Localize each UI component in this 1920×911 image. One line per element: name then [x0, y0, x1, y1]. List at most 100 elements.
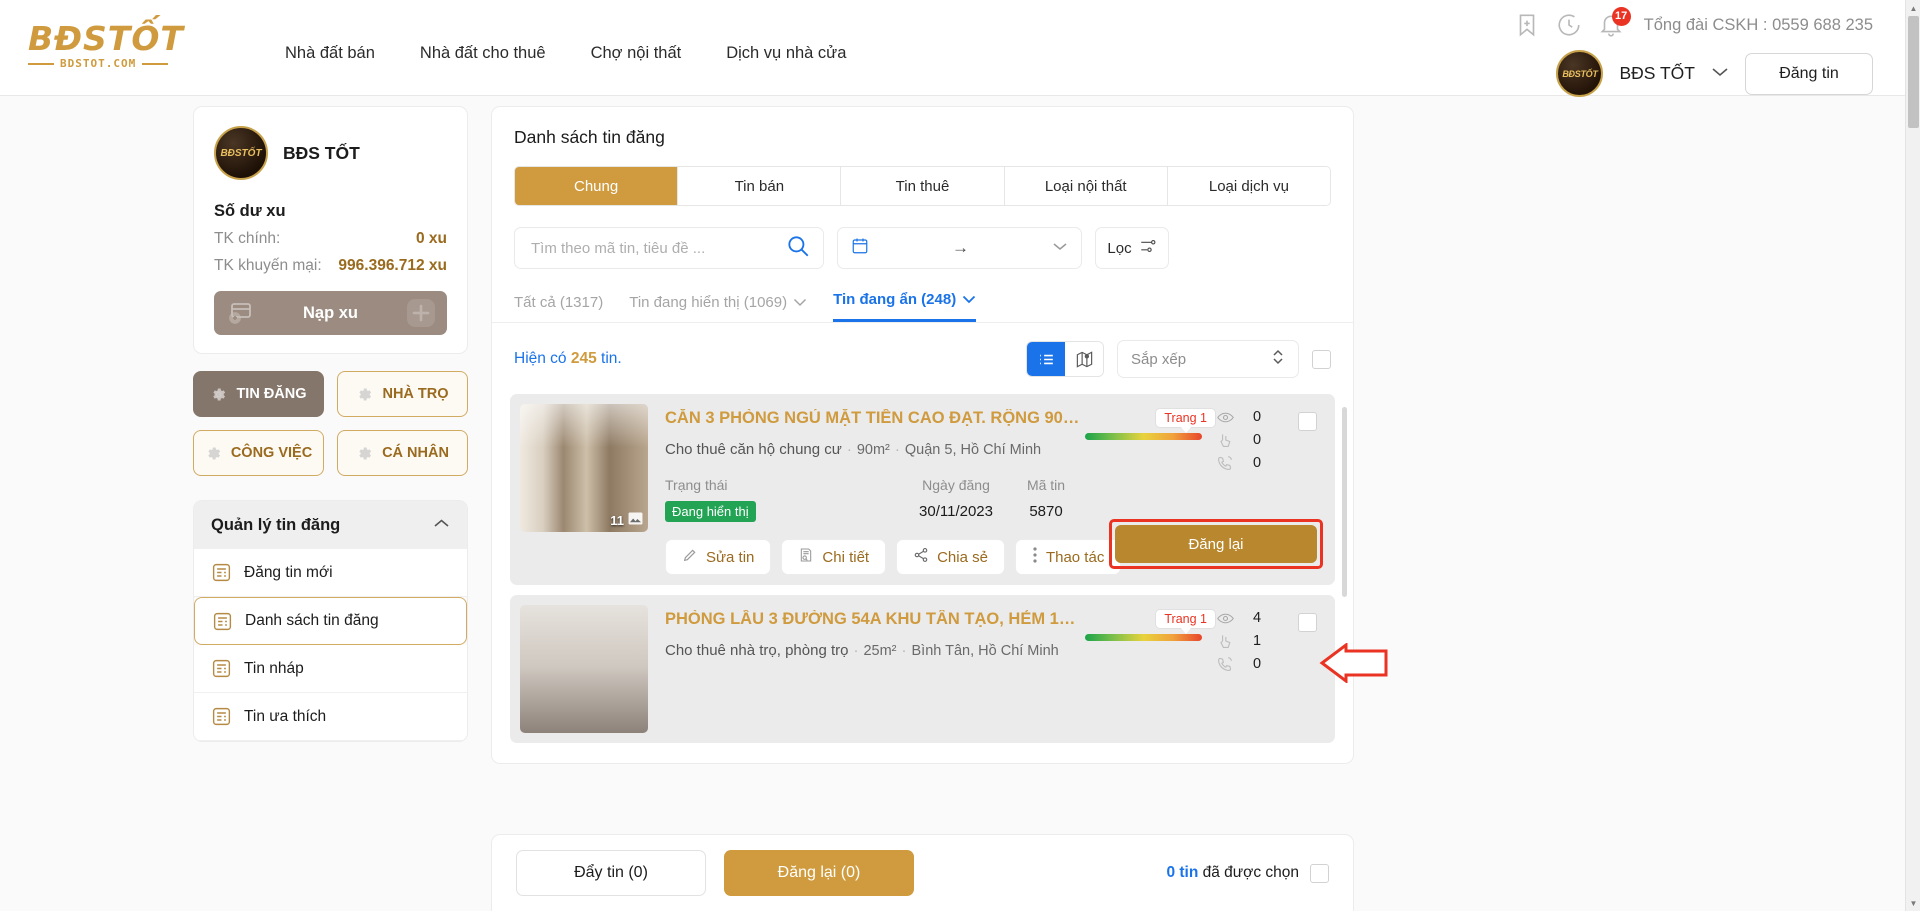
- listing-meta: Cho thuê căn hộ chung cư · 90m² · Quận 5, Hồ…: [665, 441, 1082, 458]
- photo-count-value: 11: [610, 512, 624, 528]
- view-mode-list-button[interactable]: [1027, 342, 1065, 376]
- window-scrollbar[interactable]: ▲ ▼: [1905, 0, 1920, 911]
- select-all-checkbox[interactable]: [1312, 349, 1331, 369]
- balance-main-value: 0 xu: [415, 230, 447, 247]
- stat-calls: 0: [1217, 454, 1261, 472]
- balance-title: Số dư xu: [214, 202, 286, 220]
- header-utility-bar: 17 Tổng đài CSKH : 0559 688 235: [1514, 7, 1873, 38]
- site-logo[interactable]: BĐSTỐT BDSTOT.COM: [28, 22, 193, 74]
- listing-select-checkbox[interactable]: [1298, 412, 1317, 431]
- tab-tin-ban[interactable]: Tin bán: [678, 167, 842, 205]
- sidebar-item-tin-ua-thich[interactable]: Tin ưa thích: [194, 693, 467, 741]
- search-icon[interactable]: [785, 233, 811, 264]
- chevron-down-icon[interactable]: [1711, 65, 1729, 82]
- quick-nav-ca-nhan[interactable]: CÁ NHÂN: [337, 430, 468, 476]
- listing-title[interactable]: PHÒNG LẦU 3 ĐƯỜNG 54A KHU TÂN TẠO, HẺM 1…: [665, 610, 1082, 629]
- sidebar-avatar[interactable]: BĐSTỐT: [214, 126, 268, 180]
- sliders-icon: [1139, 237, 1157, 259]
- nav-item-nha-dat-ban[interactable]: Nhà đất bán: [285, 44, 375, 63]
- chevron-down-icon[interactable]: [962, 291, 976, 308]
- balance-promo-label: TK khuyến mại:: [214, 257, 322, 274]
- chevron-up-icon[interactable]: [433, 516, 450, 534]
- sidebar-item-danh-sach-tin-dang[interactable]: Danh sách tin đăng: [194, 597, 467, 645]
- avatar[interactable]: BĐSTỐT: [1556, 50, 1604, 97]
- listing-thumbnail[interactable]: [520, 605, 648, 733]
- bulk-select-all-checkbox[interactable]: [1310, 863, 1329, 883]
- tab-chung[interactable]: Chung: [515, 167, 679, 205]
- view-mode-map-button[interactable]: [1065, 342, 1103, 376]
- listing-title[interactable]: CĂN 3 PHÒNG NGỦ MẶT TIỀN CAO ĐẠT. RỘNG 9…: [665, 409, 1082, 428]
- meta-separator: ·: [894, 441, 900, 458]
- phone-icon: [1217, 455, 1234, 471]
- panel-scrollbar-thumb[interactable]: [1342, 407, 1347, 597]
- table-row[interactable]: 11 CĂN 3 PHÒNG NGỦ MẶT TIỀN CAO ĐẠT. RỘN…: [510, 394, 1335, 585]
- listing-count-text: Hiện có 245 tin.: [514, 350, 622, 368]
- sidebar-item-tin-nhap[interactable]: Tin nháp: [194, 645, 467, 693]
- search-box[interactable]: [514, 227, 824, 269]
- nav-item-dich-vu-nha-cua[interactable]: Dịch vụ nhà cửa: [726, 44, 846, 63]
- date-range-picker[interactable]: →: [837, 227, 1082, 269]
- listing-thumbnail[interactable]: 11: [520, 404, 648, 532]
- listing-rank-area: Trang 1 0 0 0: [1082, 408, 1325, 471]
- tab-loai-dich-vu[interactable]: Loại dịch vụ: [1167, 167, 1330, 205]
- listing-view-controls: Sắp xếp: [1026, 340, 1331, 378]
- sidebar-item-dang-tin-moi[interactable]: Đăng tin mới: [194, 549, 467, 597]
- quick-nav-tin-dang[interactable]: TIN ĐĂNG: [193, 371, 324, 417]
- post-listing-button[interactable]: Đăng tin: [1745, 52, 1873, 95]
- selected-count-text: 0 tin đã được chọn: [1166, 864, 1299, 882]
- share-listing-button[interactable]: Chia sẻ: [896, 539, 1005, 575]
- chevron-down-icon[interactable]: [1052, 239, 1068, 257]
- topup-button[interactable]: Nạp xu: [214, 291, 447, 335]
- share-icon: [913, 547, 929, 567]
- image-icon: [628, 512, 643, 528]
- page-body: BĐSTỐT BĐS TỐT Số dư xu TK chính: 0 xu T…: [0, 97, 1908, 911]
- quick-nav-nha-tro[interactable]: NHÀ TRỌ: [337, 371, 468, 417]
- scrollbar-up-arrow-icon[interactable]: ▲: [1906, 0, 1920, 16]
- subtab-tin-dang-an[interactable]: Tin đang ẩn (248): [833, 291, 977, 322]
- bulk-selection-info: 0 tin đã được chọn: [1166, 863, 1329, 883]
- view-mode-toggle: [1026, 341, 1104, 377]
- sidebar-item-danh-sach-tin-dang-label: Danh sách tin đăng: [245, 612, 379, 629]
- history-clock-icon[interactable]: [1556, 12, 1582, 38]
- listings-panel: Danh sách tin đăng Chung Tin bán Tin thu…: [491, 106, 1354, 764]
- repost-button[interactable]: Đăng lại: [1115, 525, 1317, 563]
- sidebar: BĐSTỐT BĐS TỐT Số dư xu TK chính: 0 xu T…: [193, 106, 468, 742]
- nav-item-cho-noi-that[interactable]: Chợ nội thất: [591, 44, 682, 63]
- bulk-push-button[interactable]: Đẩy tin (0): [516, 850, 706, 896]
- tab-tin-thue[interactable]: Tin thuê: [841, 167, 1005, 205]
- saved-bookmark-icon[interactable]: [1514, 12, 1540, 38]
- sidebar-item-tin-nhap-label: Tin nháp: [244, 659, 304, 677]
- subtab-tat-ca[interactable]: Tất cả (1317): [514, 294, 603, 322]
- table-row[interactable]: PHÒNG LẦU 3 ĐƯỜNG 54A KHU TÂN TẠO, HẺM 1…: [510, 595, 1335, 743]
- sort-dropdown-label: Sắp xếp: [1131, 350, 1187, 368]
- scrollbar-thumb[interactable]: [1908, 16, 1919, 128]
- sort-dropdown[interactable]: Sắp xếp: [1117, 340, 1299, 378]
- account-name: BĐS TỐT: [1619, 63, 1695, 83]
- quick-nav-grid: TIN ĐĂNG NHÀ TRỌ CÔNG VIỆC CÁ NHÂN: [193, 371, 468, 476]
- meta-separator: ·: [846, 441, 852, 458]
- bulk-repost-button[interactable]: Đăng lại (0): [724, 850, 914, 896]
- search-input[interactable]: [531, 239, 785, 257]
- edit-listing-button[interactable]: Sửa tin: [665, 539, 772, 575]
- quick-nav-cong-viec-label: CÔNG VIỆC: [230, 445, 313, 461]
- share-listing-label: Chia sẻ: [937, 548, 988, 566]
- page-title: Danh sách tin đăng: [514, 127, 665, 147]
- subtab-tin-dang-an-label: Tin đang ẩn (248): [833, 291, 957, 308]
- listing-rank-area: Trang 1 4 1 0: [1082, 609, 1325, 672]
- tab-loai-noi-that[interactable]: Loại nội thất: [1004, 167, 1168, 205]
- listing-stat-list: 0 0 0: [1217, 408, 1261, 477]
- chevron-down-icon[interactable]: [793, 294, 807, 311]
- listing-select-checkbox[interactable]: [1298, 613, 1317, 632]
- listing-body: PHÒNG LẦU 3 ĐƯỜNG 54A KHU TÂN TẠO, HẺM 1…: [648, 605, 1082, 733]
- topup-button-label: Nạp xu: [302, 303, 358, 322]
- filter-button[interactable]: Lọc: [1095, 227, 1169, 269]
- nav-item-nha-dat-cho-thue[interactable]: Nhà đất cho thuê: [420, 44, 546, 63]
- stat-calls: 0: [1217, 655, 1261, 673]
- detail-listing-button[interactable]: Chi tiết: [781, 539, 887, 575]
- status-subtabs: Tất cả (1317) Tin đang hiển thị (1069) T…: [492, 269, 1353, 323]
- subtab-tin-dang-hien-thi[interactable]: Tin đang hiển thị (1069): [629, 294, 807, 322]
- quick-nav-cong-viec[interactable]: CÔNG VIỆC: [193, 430, 324, 476]
- manage-listings-header[interactable]: Quản lý tin đăng: [194, 501, 467, 549]
- scrollbar-down-arrow-icon[interactable]: ▼: [1906, 895, 1920, 911]
- notification-bell-icon[interactable]: 17: [1598, 7, 1631, 38]
